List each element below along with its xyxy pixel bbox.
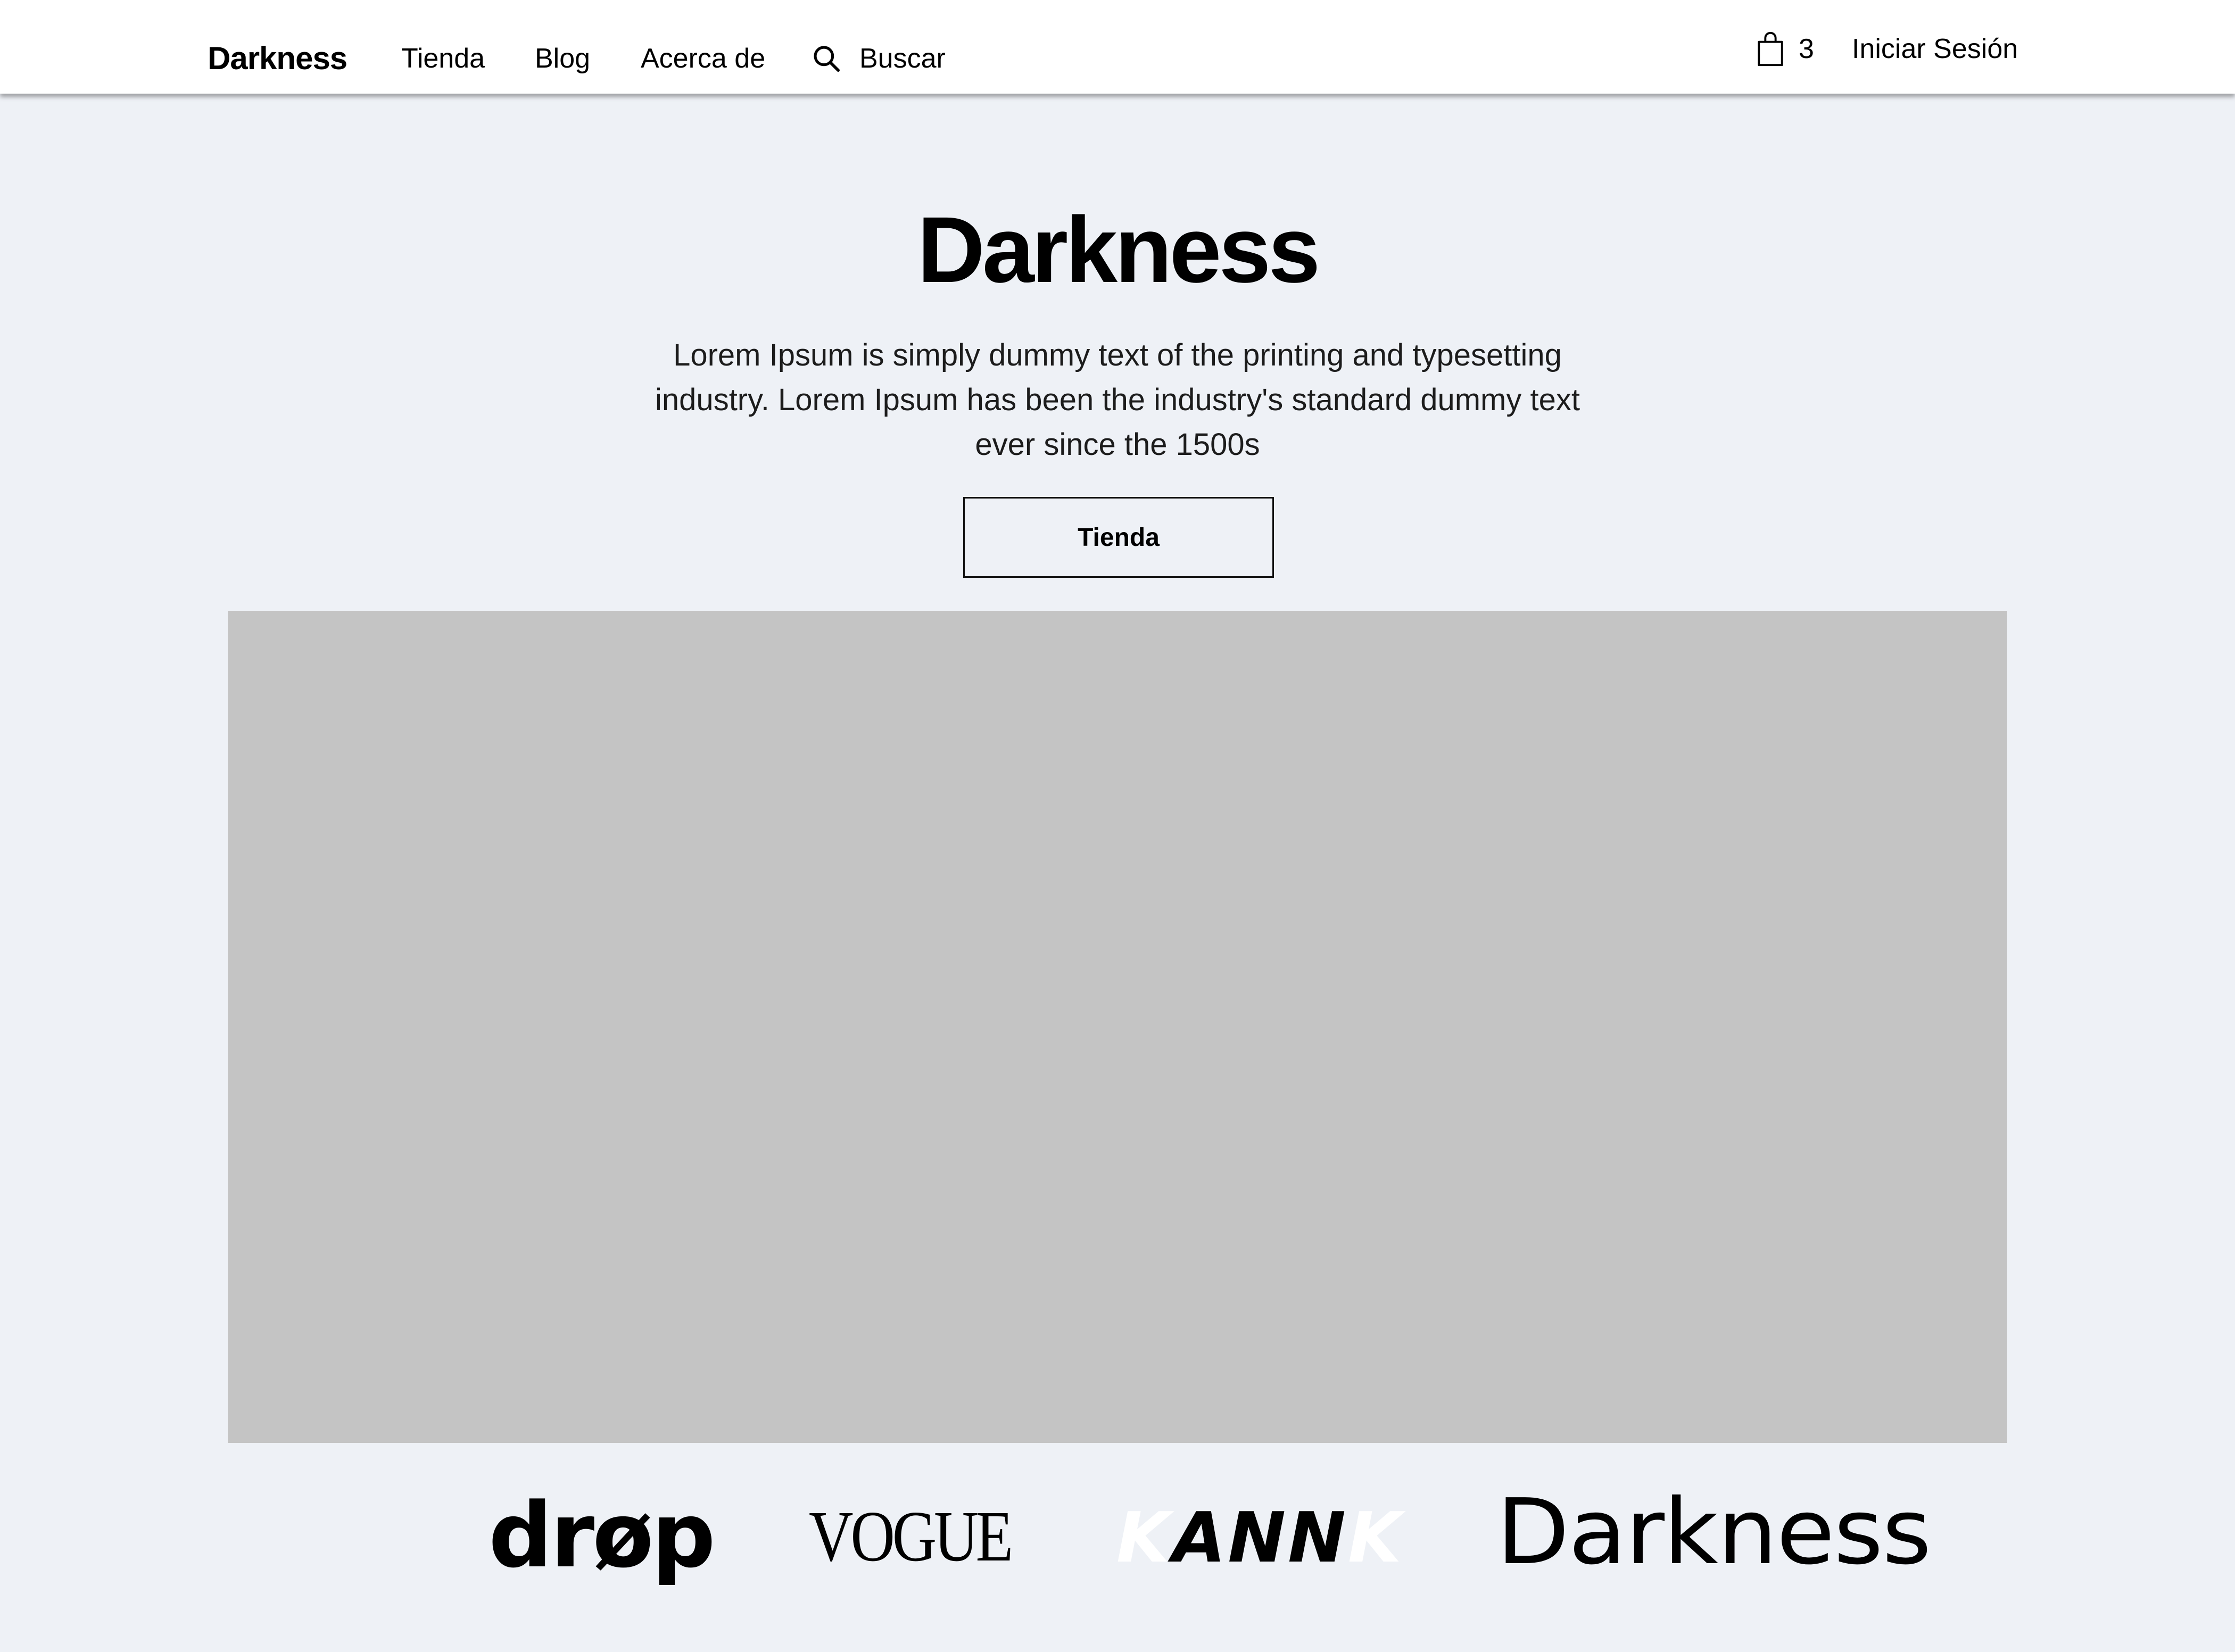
login-link[interactable]: Iniciar Sesión	[1852, 26, 2018, 72]
hero-description: Lorem Ipsum is simply dummy text of the …	[655, 338, 1580, 462]
nav-link-shop[interactable]: Tienda	[401, 34, 485, 83]
nav-link-blog[interactable]: Blog	[535, 34, 590, 83]
site-logo[interactable]: Darkness	[208, 34, 347, 83]
search-button[interactable]: Buscar	[812, 34, 946, 83]
shopping-bag-icon	[1758, 31, 1783, 67]
brand-logo-kannk-mid: ANN	[1172, 1497, 1348, 1578]
hero-image-placeholder	[228, 611, 2007, 1443]
brand-logo-kannk-right: K	[1347, 1497, 1404, 1578]
brand-logo-darkness: Darkness	[1496, 1480, 1932, 1585]
brand-logo-kannk-left: K	[1116, 1497, 1172, 1578]
hero-title: Darkness	[917, 198, 1321, 302]
brand-logo-vogue: VOGUE	[809, 1497, 1013, 1576]
site-header: Darkness Tienda Blog Acerca de Buscar 3 …	[0, 0, 2235, 94]
cart-count: 3	[1799, 34, 1814, 64]
nav-link-about[interactable]: Acerca de	[641, 34, 765, 83]
shop-button[interactable]: Tienda	[963, 497, 1274, 578]
brand-logo-drop: drøp	[489, 1483, 716, 1588]
search-label: Buscar	[859, 43, 946, 74]
cart-button[interactable]: 3	[1755, 28, 1814, 70]
brand-logo-kannk: KANNK	[1116, 1500, 1404, 1575]
search-icon	[814, 46, 840, 72]
